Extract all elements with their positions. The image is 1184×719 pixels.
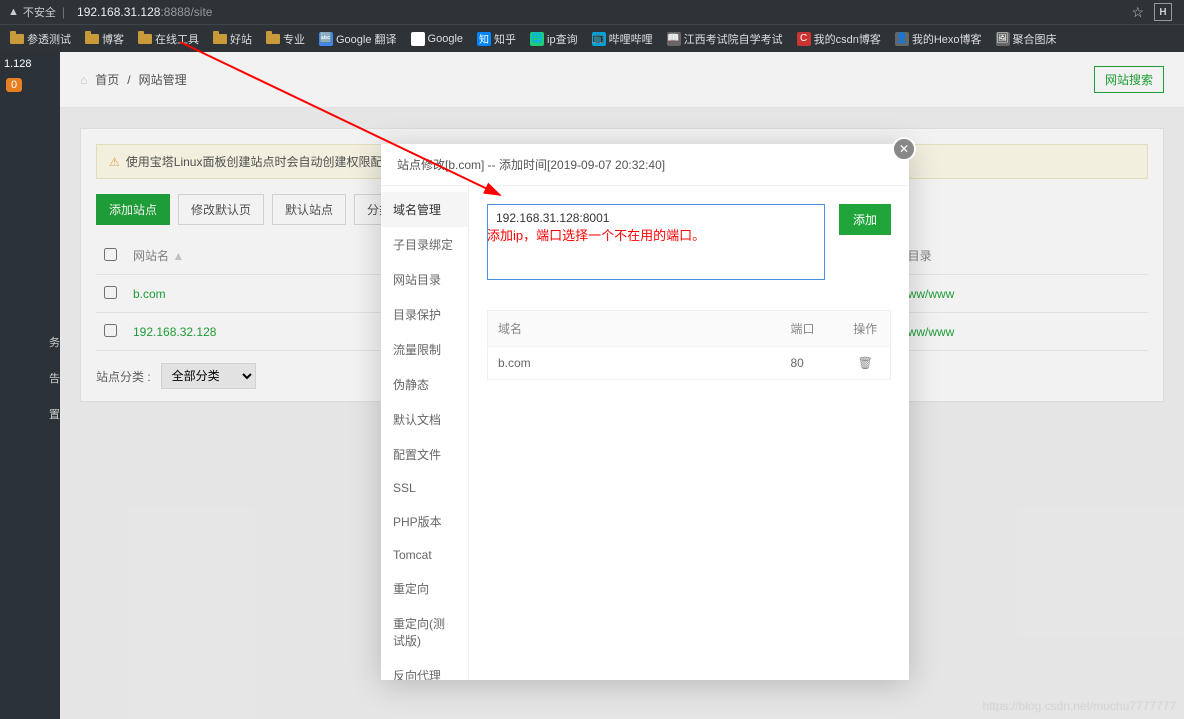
- table-row: b.com 80 🗑: [488, 347, 891, 380]
- insecure-label: 不安全: [23, 4, 56, 20]
- bookmark-item[interactable]: GGoogle: [405, 30, 469, 48]
- insecure-badge: ▲ 不安全: [8, 4, 56, 20]
- domain-input[interactable]: [487, 204, 825, 280]
- modal-tab[interactable]: 子目录绑定: [381, 227, 468, 262]
- add-domain-button[interactable]: 添加: [839, 204, 891, 235]
- warning-icon: ▲: [8, 6, 19, 18]
- port-cell: 80: [781, 347, 841, 380]
- url-host: 192.168.31.128: [77, 5, 160, 19]
- bookmark-item[interactable]: 参透测试: [4, 29, 77, 49]
- sidebar-badge: 0: [6, 78, 22, 92]
- modal-tab[interactable]: 网站目录: [381, 262, 468, 297]
- col-action: 操作: [841, 311, 891, 347]
- site-icon: 🔤: [319, 32, 333, 46]
- browser-address-bar: ▲ 不安全 | 192.168.31.128:8888/site ☆ H: [0, 0, 1184, 24]
- app-sidebar: 1.128 0 务 告 置: [0, 52, 60, 719]
- close-icon[interactable]: ✕: [892, 137, 916, 161]
- bookmark-item[interactable]: 博客: [79, 29, 130, 49]
- modal-tab[interactable]: 目录保护: [381, 297, 468, 332]
- site-edit-modal: ✕ 站点修改[b.com] -- 添加时间[2019-09-07 20:32:4…: [381, 144, 909, 680]
- extension-icon[interactable]: H: [1154, 3, 1172, 21]
- delete-icon[interactable]: 🗑: [841, 347, 891, 380]
- bookmark-item[interactable]: 👤我的Hexo博客: [889, 29, 988, 49]
- bookmark-item[interactable]: C我的csdn博客: [791, 29, 887, 49]
- modal-tab[interactable]: SSL: [381, 472, 468, 504]
- modal-tab[interactable]: 流量限制: [381, 332, 468, 367]
- bookmark-item[interactable]: 知知乎: [471, 29, 522, 49]
- sidebar-ip: 1.128: [0, 52, 60, 76]
- sidebar-item[interactable]: 告: [0, 360, 60, 396]
- sidebar-item[interactable]: 置: [0, 396, 60, 432]
- bookmark-item[interactable]: 在线工具: [132, 29, 205, 49]
- modal-tab[interactable]: Tomcat: [381, 539, 468, 571]
- bookmark-item[interactable]: 🔤Google 翻译: [313, 29, 403, 49]
- modal-content: 添加 域名 端口 操作 b.com 80 🗑: [469, 186, 909, 680]
- modal-tab[interactable]: 伪静态: [381, 367, 468, 402]
- folder-icon: [85, 34, 99, 44]
- url-rest: :8888/site: [160, 5, 212, 19]
- modal-tab[interactable]: 重定向(测试版): [381, 606, 468, 658]
- col-domain: 域名: [488, 311, 781, 347]
- folder-icon: [10, 34, 24, 44]
- folder-icon: [266, 34, 280, 44]
- site-icon: 知: [477, 32, 491, 46]
- bookmark-item[interactable]: 专业: [260, 29, 311, 49]
- site-icon: C: [797, 32, 811, 46]
- col-port: 端口: [781, 311, 841, 347]
- site-icon: 📺: [592, 32, 606, 46]
- modal-sidebar: 域名管理子目录绑定网站目录目录保护流量限制伪静态默认文档配置文件SSLPHP版本…: [381, 186, 469, 680]
- modal-tab[interactable]: PHP版本: [381, 504, 468, 539]
- folder-icon: [138, 34, 152, 44]
- site-icon: 🌐: [530, 32, 544, 46]
- domain-table: 域名 端口 操作 b.com 80 🗑: [487, 310, 891, 380]
- modal-title: 站点修改[b.com] -- 添加时间[2019-09-07 20:32:40]: [381, 144, 909, 186]
- bookmarks-bar: 参透测试博客在线工具好站专业🔤Google 翻译GGoogle知知乎🌐ip查询📺…: [0, 24, 1184, 52]
- modal-tab[interactable]: 域名管理: [381, 192, 468, 227]
- site-icon: 📖: [667, 32, 681, 46]
- site-icon: 👤: [895, 32, 909, 46]
- site-icon: G: [411, 32, 425, 46]
- url-display[interactable]: 192.168.31.128:8888/site: [77, 5, 212, 19]
- bookmark-item[interactable]: 好站: [207, 29, 258, 49]
- bookmark-item[interactable]: 📺哔哩哔哩: [586, 29, 659, 49]
- bookmark-item[interactable]: 🖼聚合图床: [990, 29, 1063, 49]
- sidebar-item[interactable]: 务: [0, 324, 60, 360]
- modal-tab[interactable]: 反向代理: [381, 658, 468, 680]
- modal-tab[interactable]: 重定向: [381, 571, 468, 606]
- bookmark-item[interactable]: 🌐ip查询: [524, 29, 584, 49]
- domain-cell: b.com: [488, 347, 781, 380]
- modal-tab[interactable]: 默认文档: [381, 402, 468, 437]
- bookmark-item[interactable]: 📖江西考试院自学考试: [661, 29, 789, 49]
- modal-tab[interactable]: 配置文件: [381, 437, 468, 472]
- folder-icon: [213, 34, 227, 44]
- bookmark-star-icon[interactable]: ☆: [1131, 4, 1144, 21]
- site-icon: 🖼: [996, 32, 1010, 46]
